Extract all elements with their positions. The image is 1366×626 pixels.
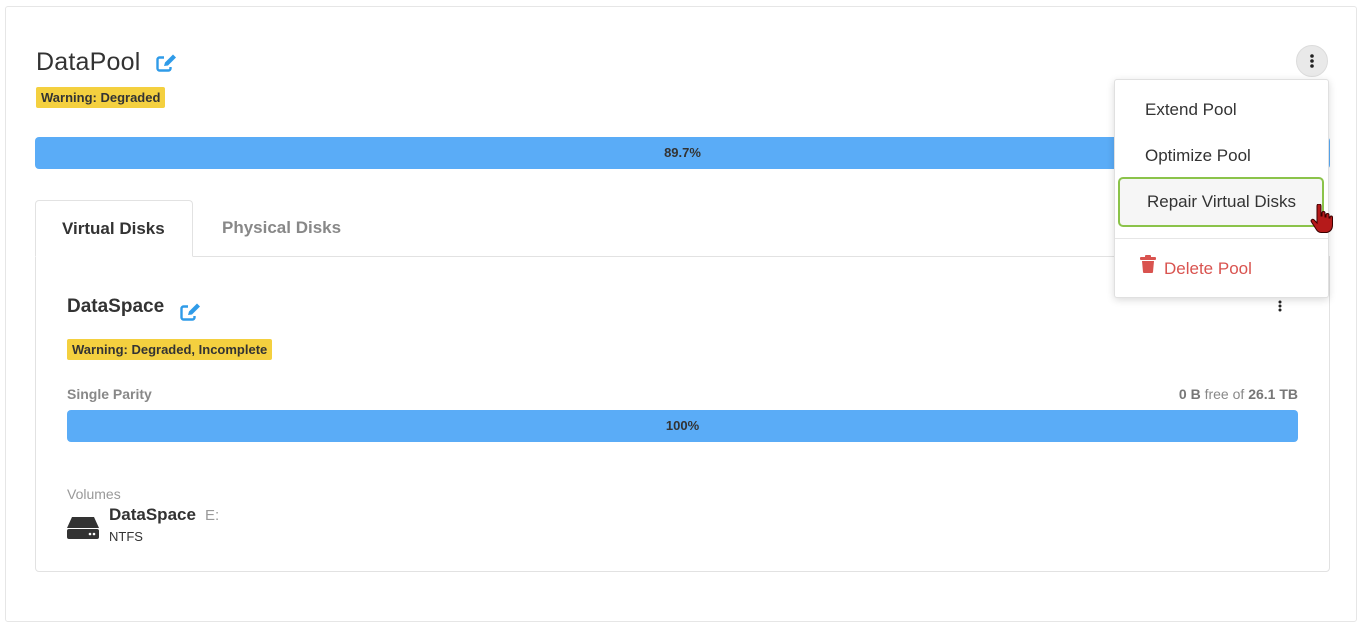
volume-letter: E:	[205, 507, 220, 524]
capacity-info: 0 B free of 26.1 TB	[1179, 386, 1298, 402]
hand-cursor-icon	[1310, 203, 1334, 234]
virtual-disk-usage-label: 100%	[665, 418, 700, 433]
volume-name[interactable]: DataSpace	[109, 505, 196, 525]
kebab-vertical-icon	[1278, 300, 1282, 312]
pool-actions-menu: Extend Pool Optimize Pool Repair Virtual…	[1114, 79, 1329, 298]
menu-item-repair-virtual-disks[interactable]: Repair Virtual Disks	[1118, 177, 1324, 227]
more-options-button[interactable]	[1296, 45, 1328, 77]
virtual-disk-usage-bar: 100%	[67, 410, 1298, 442]
edit-icon[interactable]	[180, 302, 202, 322]
trash-icon	[1140, 248, 1156, 288]
edit-icon[interactable]	[156, 53, 178, 73]
virtual-disk-more-button[interactable]	[1273, 296, 1287, 316]
total-value: 26.1 TB	[1248, 386, 1298, 402]
volume-filesystem: NTFS	[109, 529, 143, 544]
menu-item-extend-pool[interactable]: Extend Pool	[1115, 90, 1328, 130]
menu-item-label: Delete Pool	[1164, 259, 1252, 278]
menu-item-optimize-pool[interactable]: Optimize Pool	[1115, 136, 1328, 176]
tab-physical-disks[interactable]: Physical Disks	[222, 218, 341, 238]
status-badge: Warning: Degraded, Incomplete	[67, 339, 273, 360]
volumes-label: Volumes	[67, 486, 121, 502]
kebab-vertical-icon	[1310, 54, 1314, 68]
free-text: free of	[1204, 386, 1245, 402]
hard-drive-icon	[66, 515, 100, 541]
virtual-disk-title: DataSpace	[67, 296, 165, 317]
menu-item-delete-pool[interactable]: Delete Pool	[1115, 249, 1328, 289]
free-value: 0 B	[1178, 386, 1201, 402]
resiliency-type: Single Parity	[67, 386, 152, 402]
status-badge: Warning: Degraded	[36, 87, 166, 108]
tab-virtual-disks[interactable]: Virtual Disks	[35, 200, 193, 257]
pool-title: DataPool	[36, 48, 141, 76]
menu-divider	[1115, 238, 1328, 239]
